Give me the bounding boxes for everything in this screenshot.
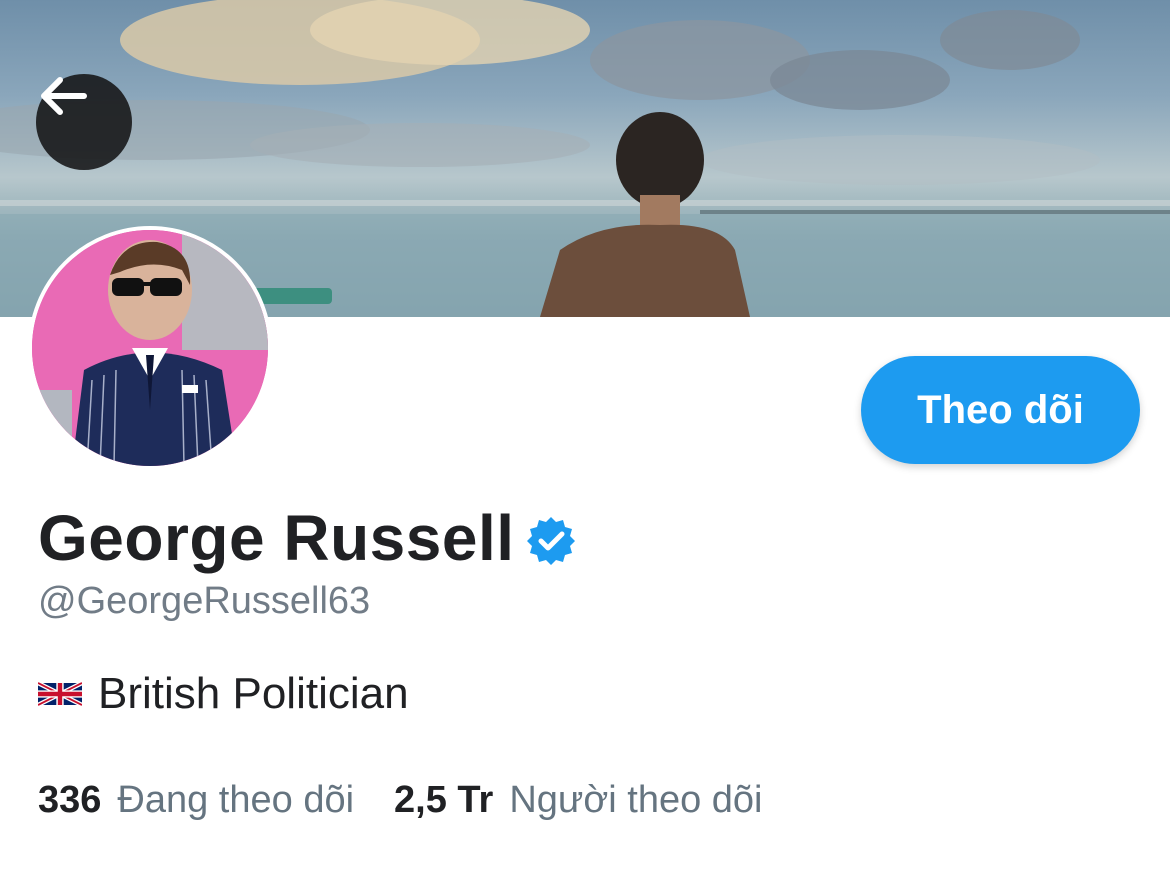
followers-count: 2,5 Tr: [394, 779, 494, 821]
followers-link[interactable]: 2,5 Tr Người theo dõi: [394, 776, 762, 824]
following-link[interactable]: 336 Đang theo dõi: [38, 776, 354, 824]
verified-badge-icon: [526, 517, 575, 565]
bio: British Politician: [38, 668, 409, 720]
avatar[interactable]: [28, 226, 272, 470]
back-button[interactable]: [36, 74, 132, 170]
followers-label: Người theo dõi: [509, 779, 763, 821]
profile-stats: 336 Đang theo dõi 2,5 Tr Người theo dõi: [38, 776, 763, 824]
name-row: George Russell: [38, 500, 577, 576]
following-count: 336: [38, 779, 102, 821]
arrow-left-icon: [41, 77, 87, 115]
uk-flag-icon: [38, 681, 82, 707]
handle: @GeorgeRussell63: [38, 580, 371, 622]
display-name: George Russell: [38, 502, 515, 574]
following-label: Đang theo dõi: [117, 779, 355, 821]
follow-button[interactable]: Theo dõi: [861, 356, 1140, 464]
avatar-image: [32, 230, 268, 466]
bio-text: British Politician: [98, 669, 409, 718]
